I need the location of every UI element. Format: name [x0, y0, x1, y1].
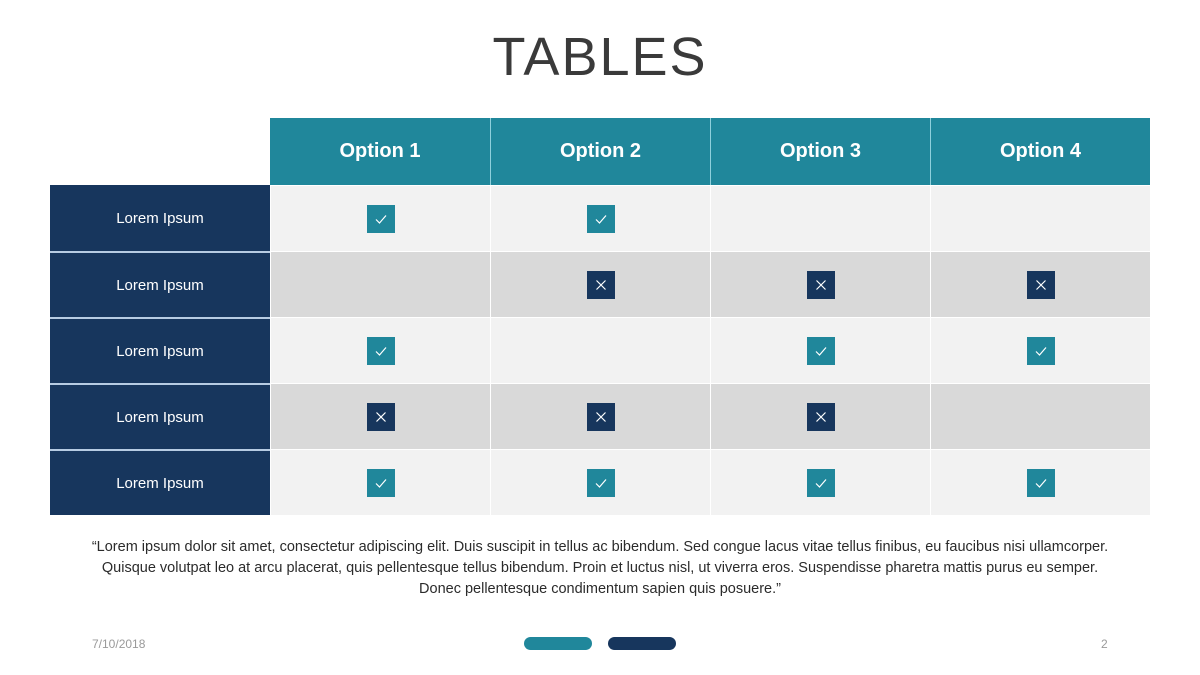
table-cell: [710, 449, 930, 515]
table-cell: [930, 317, 1150, 383]
table-cell: [930, 251, 1150, 317]
table-corner: [50, 118, 270, 185]
cross-icon: [806, 270, 835, 299]
comparison-table: Option 1 Option 2 Option 3 Option 4 Lore…: [50, 118, 1150, 515]
column-header-option-2: Option 2: [490, 118, 710, 185]
check-icon: [586, 204, 615, 233]
table-cell: [270, 185, 490, 251]
table-cell: [930, 449, 1150, 515]
column-header-option-1: Option 1: [270, 118, 490, 185]
check-icon: [366, 468, 395, 497]
check-icon: [806, 468, 835, 497]
cross-icon: [366, 402, 395, 431]
row-label: Lorem Ipsum: [50, 449, 270, 515]
check-icon: [366, 204, 395, 233]
footer-date: 7/10/2018: [92, 637, 146, 651]
page-number: 2: [1101, 637, 1108, 651]
table-cell: [270, 251, 490, 317]
table-cell: [490, 251, 710, 317]
check-icon: [366, 336, 395, 365]
table-cell: [710, 185, 930, 251]
table-cell: [270, 383, 490, 449]
slide-indicator-teal: [524, 637, 592, 650]
table-cell: [490, 383, 710, 449]
table-cell: [930, 383, 1150, 449]
table-cell: [710, 383, 930, 449]
quote-text: “Lorem ipsum dolor sit amet, consectetur…: [91, 539, 1109, 597]
column-header-option-3: Option 3: [710, 118, 930, 185]
table-cell: [490, 317, 710, 383]
check-icon: [1026, 468, 1055, 497]
slide-title: TABLES: [492, 27, 708, 87]
table-cell: [710, 317, 930, 383]
check-icon: [586, 468, 615, 497]
row-label: Lorem Ipsum: [50, 251, 270, 317]
cross-icon: [806, 402, 835, 431]
column-header-option-4: Option 4: [930, 118, 1150, 185]
table-cell: [270, 449, 490, 515]
slide-indicator-navy: [608, 637, 676, 650]
check-icon: [806, 336, 835, 365]
table-cell: [270, 317, 490, 383]
row-label: Lorem Ipsum: [50, 185, 270, 251]
check-icon: [1026, 336, 1055, 365]
row-label: Lorem Ipsum: [50, 317, 270, 383]
table-cell: [490, 449, 710, 515]
row-label: Lorem Ipsum: [50, 383, 270, 449]
cross-icon: [586, 402, 615, 431]
table-cell: [710, 251, 930, 317]
table-cell: [490, 185, 710, 251]
cross-icon: [1026, 270, 1055, 299]
cross-icon: [586, 270, 615, 299]
table-cell: [930, 185, 1150, 251]
